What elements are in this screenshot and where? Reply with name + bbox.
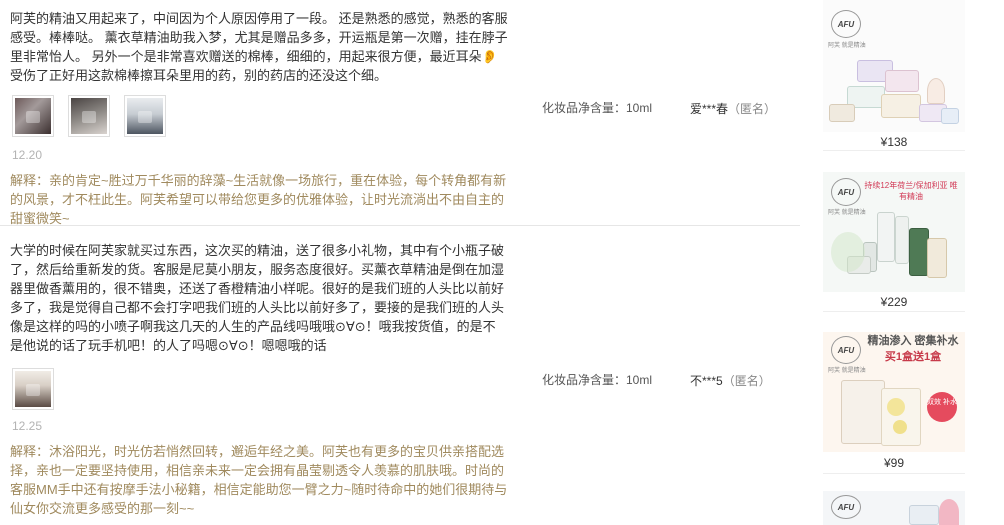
product-price[interactable]: ¥138	[823, 135, 965, 149]
recommended-product-card[interactable]: AFU 阿芙 就是精油 精油渗入 密集补水 买1盒送1盒 双效 补水 ¥99	[823, 332, 965, 474]
brand-logo-icon: AFU	[831, 10, 861, 38]
product-price[interactable]: ¥229	[823, 295, 965, 309]
product-spec: 化妆品净含量：10ml	[542, 101, 653, 115]
review-content: 阿芙的精油又用起来了，中间因为个人原因停用了一段。 还是熟悉的感觉，熟悉的客服感…	[10, 11, 508, 83]
product-price[interactable]: ¥99	[823, 456, 965, 470]
product-photo-icon	[15, 371, 51, 407]
review-item: 大学的时候在阿芙家就买过东西，这次买的精油，送了很多小礼物，其中有个小瓶子破了，…	[0, 225, 800, 516]
review-content: 大学的时候在阿芙家就买过东西，这次买的精油，送了很多小礼物，其中有个小瓶子破了，…	[10, 243, 505, 353]
reviewer-nickname: 爱***春	[690, 102, 729, 116]
review-photos	[12, 95, 166, 137]
product-image[interactable]: AFU	[823, 491, 965, 525]
review-photo-thumbnail[interactable]	[12, 95, 54, 137]
product-photo-icon	[127, 98, 163, 134]
product-photo-icon	[15, 98, 51, 134]
recommended-products-sidebar: AFU 阿芙 就是精油 ¥138 AFU 阿芙 就是精油 持续12年荷兰/保加利…	[823, 0, 965, 525]
promo-headline: 精油渗入 密集补水	[867, 335, 959, 347]
product-spec: 化妆品净含量：10ml	[542, 373, 653, 387]
promo-offer: 买1盒送1盒	[884, 351, 942, 363]
product-photo-icon	[71, 98, 107, 134]
product-image[interactable]: AFU 阿芙 就是精油	[823, 0, 965, 132]
seller-explanation: 解释：沐浴阳光，时光仿若悄然回转，邂逅年经之美。阿芙也有更多的宝贝供亲搭配选择，…	[10, 444, 508, 516]
product-image[interactable]: AFU 阿芙 就是精油 精油渗入 密集补水 买1盒送1盒 双效 补水	[823, 332, 965, 452]
product-image[interactable]: AFU 阿芙 就是精油 持续12年荷兰/保加利亚 唯有精油	[823, 172, 965, 292]
review-date: 12.25	[12, 419, 43, 433]
review-date: 12.20	[12, 148, 43, 162]
recommended-product-card[interactable]: AFU 阿芙 就是精油 ¥138	[823, 0, 965, 151]
review-photo-thumbnail[interactable]	[12, 368, 54, 410]
brand-tagline: 阿芙 就是精油	[828, 43, 866, 49]
seller-explanation: 解释：亲的肯定~胜过万千华丽的辞藻~生活就像一场旅行，重在体验，每个转角都有新的…	[10, 173, 507, 226]
recommended-product-card[interactable]: AFU 阿芙 就是精油 持续12年荷兰/保加利亚 唯有精油 ¥229	[823, 172, 965, 312]
reviewer-name: 爱***春（匿名）	[690, 100, 776, 117]
promo-banner: 持续12年荷兰/保加利亚 唯有精油	[864, 181, 958, 201]
reviewer-name: 不***5（匿名）	[690, 372, 771, 389]
brand-tagline: 阿芙 就是精油	[828, 368, 866, 374]
anonymous-tag: （匿名）	[722, 374, 771, 388]
brand-logo-icon: AFU	[831, 336, 861, 364]
promo-badge: 双效 补水	[927, 392, 957, 422]
review-photos	[12, 368, 54, 410]
review-photo-thumbnail[interactable]	[124, 95, 166, 137]
review-photo-thumbnail[interactable]	[68, 95, 110, 137]
brand-logo-icon: AFU	[831, 178, 861, 206]
review-list: 阿芙的精油又用起来了，中间因为个人原因停用了一段。 还是熟悉的感觉，熟悉的客服感…	[0, 0, 800, 525]
brand-tagline: 阿芙 就是精油	[828, 210, 866, 216]
anonymous-tag: （匿名）	[728, 102, 777, 116]
brand-logo-icon: AFU	[831, 495, 861, 519]
reviewer-nickname: 不***5	[690, 374, 723, 388]
recommended-product-card[interactable]: AFU	[823, 491, 965, 525]
